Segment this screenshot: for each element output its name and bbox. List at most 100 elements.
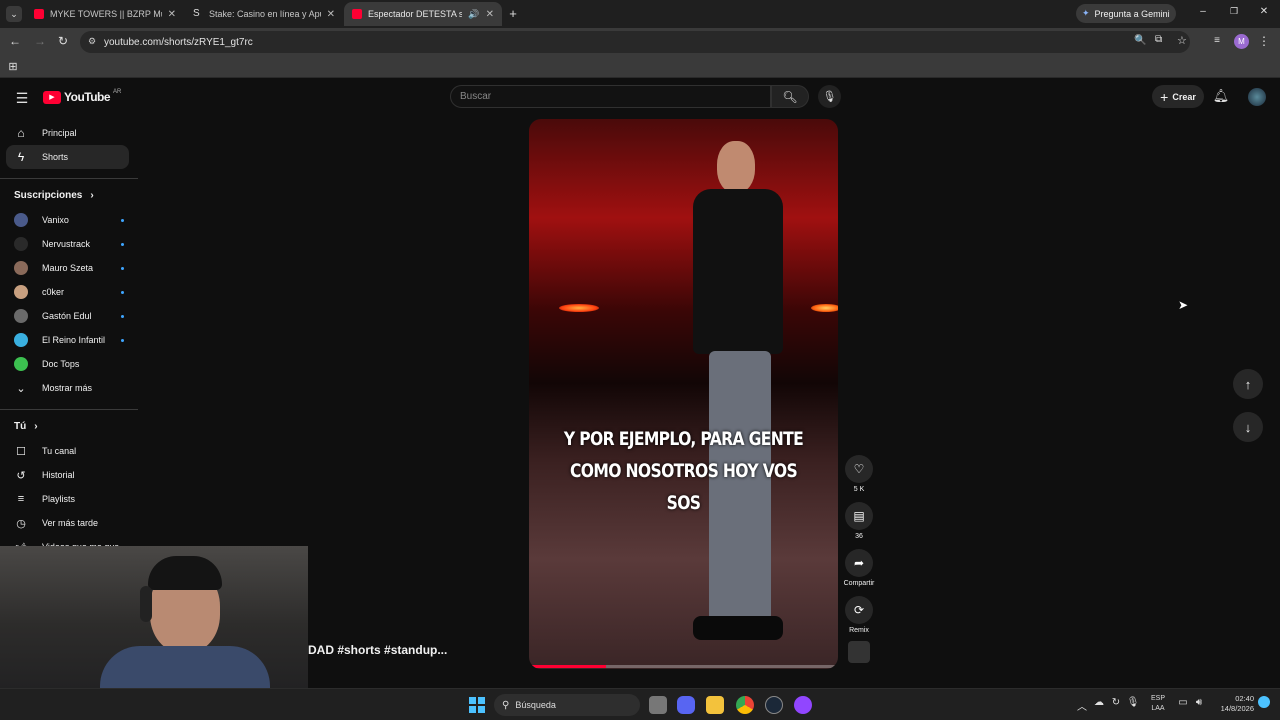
show-hidden-icons[interactable]: ︿ [1076,698,1088,713]
site-info-icon[interactable]: ⚙ [88,36,96,47]
profile-avatar[interactable]: M [1234,34,1249,49]
webcam-cap [148,556,222,590]
subscription-nervustrack[interactable]: Nervustrack [14,234,124,254]
arrow-up-icon: ↑ [1244,376,1252,392]
media-controls-icon[interactable]: ≡ [1210,35,1224,46]
network-icon[interactable]: ▭ [1177,697,1189,708]
close-tab-icon[interactable]: ✕ [327,9,335,20]
remix-action[interactable]: ⟳ Remix [845,596,873,634]
tab-list-icon[interactable]: ⌄ [6,6,22,22]
subscription-el-reino-infantil[interactable]: El Reino Infantil [14,330,124,350]
bookmark-star-icon[interactable]: ☆ [1177,34,1187,47]
volume-icon[interactable]: 🔊︎ [1193,697,1205,708]
share-icon[interactable]: ➦ [845,549,873,577]
short-video-player[interactable]: Y POR EJEMPLO, PARA GENTE COMO NOSOTROS … [529,119,838,669]
discord-icon[interactable] [677,696,695,714]
close-tab-icon[interactable]: ✕ [486,9,494,20]
sidebar-item-tu-canal[interactable]: ☐ Tu canal [14,441,124,461]
tab-espectador[interactable]: Espectador DETESTA su CIUD 🔊 ✕ [344,2,502,26]
apps-grid-icon[interactable]: ⊞ [7,60,19,73]
sidebar-item-label: Ver más tarde [42,518,99,528]
browser-menu-icon[interactable]: ⋮ [1258,34,1270,48]
sidebar-item-label: Historial [42,470,75,480]
task-view-icon[interactable] [649,696,667,714]
subscription-c0ker[interactable]: c0ker [14,282,124,302]
gemini-icon: ✦ [1082,8,1090,18]
next-short-button[interactable]: ↓ [1233,412,1263,442]
tab-myke-towers[interactable]: MYKE TOWERS || BZRP Music Se ✕ [26,2,184,26]
twitch-icon[interactable] [794,696,812,714]
voice-search-button[interactable]: 🎙︎ [818,85,841,108]
home-icon: ⌂ [17,126,25,140]
subscription-mauro-szeta[interactable]: Mauro Szeta [14,258,124,278]
search-input[interactable]: Buscar [450,85,771,108]
subscriptions-header[interactable]: Suscripciones › [14,190,94,201]
sidebar-item-shorts[interactable]: ϟ Shorts [6,145,129,169]
avatar [14,213,28,227]
taskbar-search-label: Búsqueda [515,700,556,710]
url-field[interactable]: ⚙ youtube.com/shorts/zRYE1_gt7rc 🔍 ⧉ ☆ [80,31,1190,53]
subscription-vanixo[interactable]: Vanixo [14,210,124,230]
account-avatar[interactable] [1248,88,1266,106]
windows-taskbar: ⚲ Búsqueda ︿ ☁ ↻ 🎙︎ ESP LAA ▭ 🔊︎ 02:40 1… [0,688,1280,720]
start-button[interactable] [469,697,485,713]
new-content-dot [121,314,124,318]
previous-short-button[interactable]: ↑ [1233,369,1263,399]
plus-icon: + [1160,88,1169,105]
sidebar-item-principal[interactable]: ⌂ Principal [6,121,129,145]
speaker-icon[interactable]: 🔊 [468,9,479,20]
gemini-button[interactable]: ✦ Pregunta a Gemini [1076,4,1176,23]
chevron-right-icon: › [34,421,38,432]
sidebar-item-historial[interactable]: ↺ Historial [14,465,124,485]
close-tab-icon[interactable]: ✕ [168,9,176,20]
subscription-gaston-edul[interactable]: Gastón Edul [14,306,124,326]
caption-line-2: COMO NOSOTROS HOY VOS SOS [569,460,798,514]
remix-label: Remix [849,627,869,634]
restore-icon[interactable]: ❐ [1227,6,1241,17]
sidebar-item-ver-mas-tarde[interactable]: ◷ Ver más tarde [14,513,124,533]
minimize-icon[interactable]: – [1196,6,1210,17]
progress-bar[interactable] [529,665,838,668]
remix-icon[interactable]: ⟳ [845,596,873,624]
steam-icon[interactable] [765,696,783,714]
input-language[interactable]: ESP LAA [1146,694,1170,714]
subscription-label: Nervustrack [42,239,91,249]
reload-icon[interactable]: ↻ [56,34,70,48]
tab-stake[interactable]: S Stake: Casino en línea y Apuest ✕ [185,2,343,26]
playlists-icon: ≡ [17,493,25,505]
forward-icon[interactable]: → [33,34,47,48]
comment-action[interactable]: ▤ 36 [845,502,873,540]
cast-icon[interactable]: ⧉ [1155,34,1162,45]
subscription-doc-tops[interactable]: Doc Tops [14,354,124,374]
like-action[interactable]: ♡ 5 K [845,455,873,493]
sync-icon[interactable]: ↻ [1110,697,1122,708]
close-window-icon[interactable]: ✕ [1257,6,1271,17]
search-button[interactable]: 🔍︎ [771,85,809,108]
tab-title: Espectador DETESTA su CIUD [368,9,463,19]
new-content-dot [121,290,124,294]
show-more-button[interactable]: ⌄ Mostrar más [14,378,124,398]
taskbar-search[interactable]: ⚲ Búsqueda [494,694,640,716]
address-bar: ← → ↻ ⚙ youtube.com/shorts/zRYE1_gt7rc 🔍… [0,28,1280,56]
create-button[interactable]: + Crear [1152,85,1204,108]
back-icon[interactable]: ← [8,34,22,48]
like-icon[interactable]: ♡ [845,455,873,483]
notification-badge[interactable] [1258,696,1270,708]
sidebar-item-playlists[interactable]: ≡ Playlists [14,489,124,509]
you-header[interactable]: Tú › [14,421,38,432]
sound-thumbnail[interactable] [848,641,870,663]
you-title: Tú [14,421,27,432]
new-tab-icon[interactable]: + [506,6,520,21]
microphone-tray-icon[interactable]: 🎙︎ [1127,697,1140,708]
search-icon: 🔍︎ [782,89,798,104]
chrome-icon[interactable] [736,696,754,714]
clock[interactable]: 02:40 14/8/2026 [1210,694,1254,714]
comedian-figure [679,141,799,651]
notifications-bell-icon[interactable]: 🔔︎ [1213,88,1230,104]
file-explorer-icon[interactable] [706,696,724,714]
cloud-icon[interactable]: ☁ [1093,697,1105,708]
share-action[interactable]: ➦ Compartir [844,549,874,587]
subscription-label: Gastón Edul [42,311,92,321]
comment-icon[interactable]: ▤ [845,502,873,530]
zoom-icon[interactable]: 🔍 [1134,35,1146,46]
